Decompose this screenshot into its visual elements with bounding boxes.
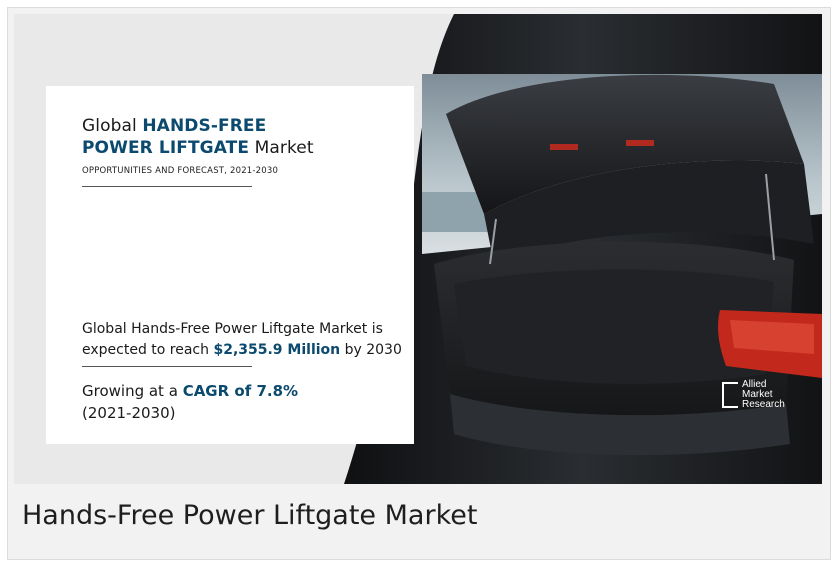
title-suffix: Market [254, 138, 314, 158]
market-banner-image[interactable]: Global HANDS-FREE POWER LIFTGATE Market … [14, 14, 822, 484]
image-caption: Hands-Free Power Liftgate Market [22, 500, 478, 531]
stat-line-1: Global Hands-Free Power Liftgate Market … [82, 321, 383, 337]
market-size-statement: Global Hands-Free Power Liftgate Market … [82, 319, 412, 361]
stat-value: $2,355.9 Million [213, 342, 341, 358]
growth-period: (2021-2030) [82, 404, 176, 422]
stat-suffix: by 2030 [344, 342, 402, 358]
logo-text: Allied Market Research [742, 380, 785, 410]
cagr-statement: Growing at a CAGR of 7.8% (2021-2030) [82, 380, 412, 424]
allied-market-research-logo: Allied Market Research [722, 378, 812, 418]
growth-prefix: Growing at a [82, 382, 178, 400]
title-highlight-1: HANDS-FREE [142, 116, 267, 136]
title-prefix: Global [82, 116, 137, 136]
title-line-1: Global HANDS-FREE [82, 116, 266, 136]
info-panel: Global HANDS-FREE POWER LIFTGATE Market … [46, 86, 414, 444]
divider [82, 366, 252, 367]
subtitle: OPPORTUNITIES AND FORECAST, 2021-2030 [82, 166, 279, 176]
title-line-2: POWER LIFTGATE Market [82, 138, 314, 158]
divider [82, 186, 252, 187]
growth-value: CAGR of 7.8% [182, 382, 299, 400]
title-highlight-2: POWER LIFTGATE [82, 138, 250, 158]
logo-mark-icon [722, 382, 738, 408]
stat-prefix: expected to reach [82, 342, 210, 358]
logo-line-3: Research [742, 399, 785, 410]
